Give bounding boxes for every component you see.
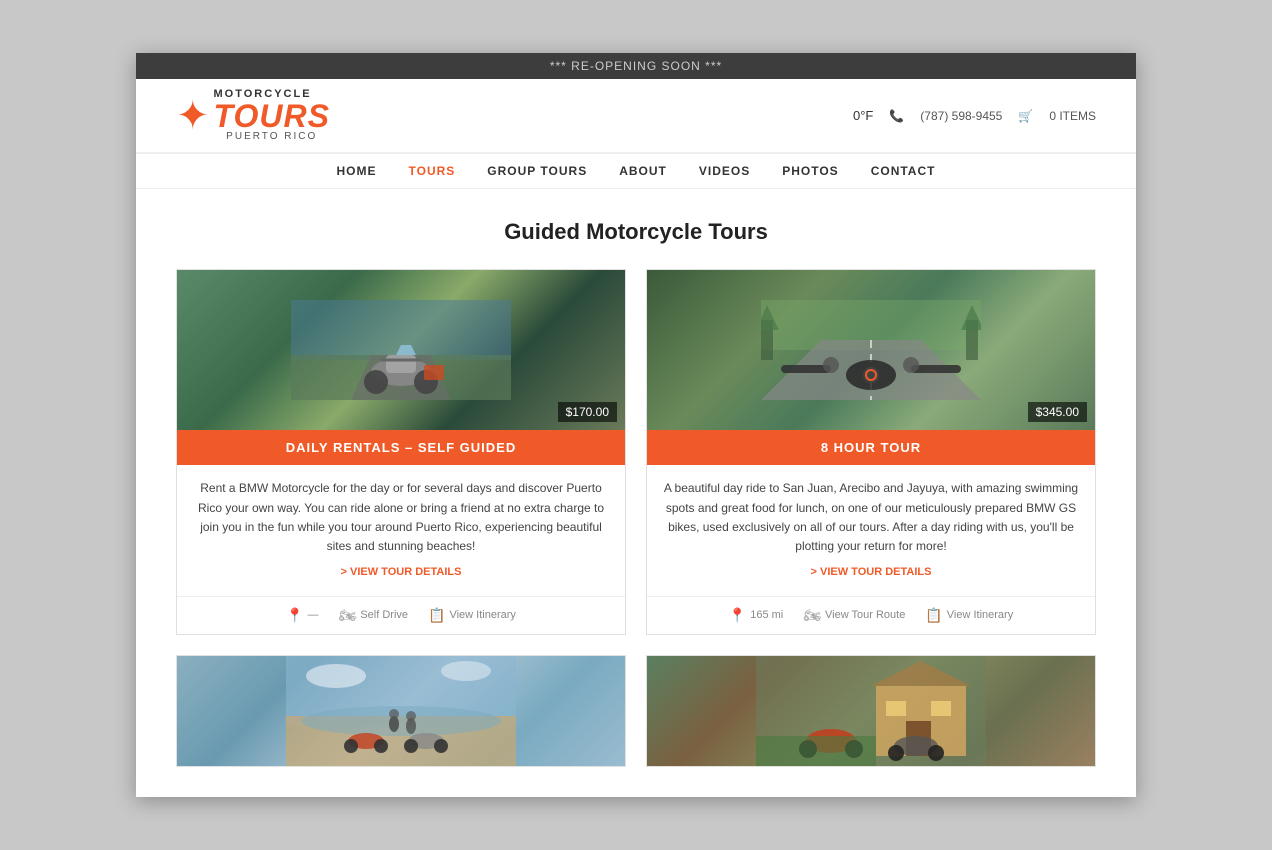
bike-icon-2: 🏍 [803, 607, 821, 624]
itinerary-icon-2: 📋 [925, 607, 942, 624]
cart-icon: 🛒 [1018, 109, 1033, 123]
tour-2-itinerary-label[interactable]: View Itinerary [947, 609, 1013, 621]
tour-1-image-wrap: $170.00 [177, 270, 625, 430]
bottom-card-2-svg [647, 656, 1095, 766]
tour-1-price: $170.00 [558, 402, 617, 422]
nav-tours[interactable]: TOURS [409, 164, 456, 178]
tour-2-details-link[interactable]: > VIEW TOUR DETAILS [663, 564, 1079, 582]
logo-star-icon: ✦ [176, 93, 210, 139]
temperature-display: 0°F [853, 108, 873, 123]
tour-2-body: A beautiful day ride to San Juan, Arecib… [647, 465, 1095, 595]
tour-card-2: $345.00 8 HOUR TOUR A beautiful day ride… [646, 269, 1096, 634]
browser-window: *** RE-OPENING SOON *** ✦ MOTORCYCLE TOU… [136, 53, 1136, 796]
tour-2-price: $345.00 [1028, 402, 1087, 422]
location-icon: 📍 [286, 607, 303, 624]
bike-icon-1: 🏍 [339, 607, 357, 624]
itinerary-icon-1: 📋 [428, 607, 445, 624]
tour-1-footer-location: 📍 — [286, 607, 318, 624]
tour-2-footer-itinerary: 📋 View Itinerary [925, 607, 1013, 624]
tour-2-scene-svg [761, 300, 981, 400]
announcement-bar: *** RE-OPENING SOON *** [136, 53, 1136, 79]
phone-icon: 📞 [889, 109, 904, 123]
tour-1-footer: 📍 — 🏍 Self Drive 📋 View Itinerary [177, 596, 625, 634]
header: ✦ MOTORCYCLE TOURS PUERTO RICO 0°F 📞 (78… [136, 79, 1136, 153]
tour-1-body: Rent a BMW Motorcycle for the day or for… [177, 465, 625, 595]
logo-text: MOTORCYCLE TOURS PUERTO RICO [214, 89, 330, 142]
nav-about[interactable]: ABOUT [619, 164, 667, 178]
tour-2-route-label[interactable]: View Tour Route [825, 609, 905, 621]
tour-1-description: Rent a BMW Motorcycle for the day or for… [193, 479, 609, 556]
logo-pr-label: PUERTO RICO [214, 132, 330, 142]
announcement-text: *** RE-OPENING SOON *** [550, 59, 722, 73]
tour-2-title: 8 HOUR TOUR [647, 430, 1095, 465]
main-nav: HOME TOURS GROUP TOURS ABOUT VIDEOS PHOT… [136, 153, 1136, 189]
header-right: 0°F 📞 (787) 598-9455 🛒 0 ITEMS [853, 108, 1096, 123]
tour-2-description: A beautiful day ride to San Juan, Arecib… [663, 479, 1079, 556]
tour-1-title: DAILY RENTALS – SELF GUIDED [177, 430, 625, 465]
bottom-card-2-image [647, 656, 1095, 766]
nav-videos[interactable]: VIDEOS [699, 164, 750, 178]
cart-count: 0 ITEMS [1049, 109, 1096, 123]
tour-1-drive-label[interactable]: Self Drive [360, 609, 408, 621]
location-icon-2: 📍 [729, 607, 746, 624]
nav-group-tours[interactable]: GROUP TOURS [487, 164, 587, 178]
tour-1-itinerary-label[interactable]: View Itinerary [449, 609, 515, 621]
bottom-card-1-svg [177, 656, 625, 766]
tour-2-distance-label: 165 mi [750, 609, 783, 621]
logo-tours-label: TOURS [214, 100, 330, 132]
tour-1-scene-svg [291, 300, 511, 400]
nav-photos[interactable]: PHOTOS [782, 164, 838, 178]
tour-card-1: $170.00 DAILY RENTALS – SELF GUIDED Rent… [176, 269, 626, 634]
tour-2-footer-route: 🏍 View Tour Route [803, 607, 905, 624]
bottom-card-2 [646, 655, 1096, 767]
phone-number: (787) 598-9455 [920, 109, 1002, 123]
bottom-card-1 [176, 655, 626, 767]
tour-2-footer-distance: 📍 165 mi [729, 607, 783, 624]
page-title: Guided Motorcycle Tours [176, 219, 1096, 245]
bottom-card-1-image [177, 656, 625, 766]
bottom-cards [176, 655, 1096, 767]
nav-contact[interactable]: CONTACT [871, 164, 936, 178]
main-content: Guided Motorcycle Tours [136, 189, 1136, 796]
tour-1-footer-itinerary: 📋 View Itinerary [428, 607, 516, 624]
tour-1-footer-drive: 🏍 Self Drive [339, 607, 408, 624]
tour-1-details-link[interactable]: > VIEW TOUR DETAILS [193, 564, 609, 582]
logo-area: ✦ MOTORCYCLE TOURS PUERTO RICO [176, 89, 330, 142]
tour-1-location-label: — [308, 609, 319, 621]
tours-grid: $170.00 DAILY RENTALS – SELF GUIDED Rent… [176, 269, 1096, 634]
tour-2-footer: 📍 165 mi 🏍 View Tour Route 📋 View Itiner… [647, 596, 1095, 634]
tour-2-image-wrap: $345.00 [647, 270, 1095, 430]
nav-home[interactable]: HOME [337, 164, 377, 178]
